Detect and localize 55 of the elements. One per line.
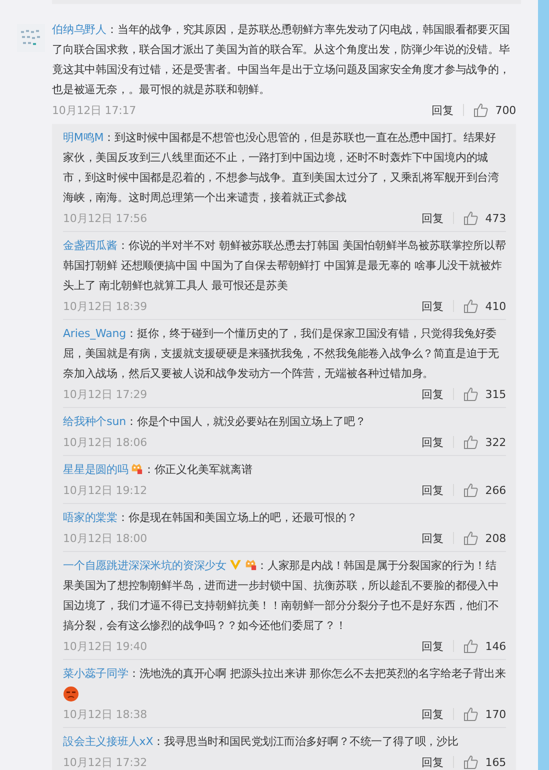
reply-text: 菜小蕊子同学：洗地洗的真开心啊 把源头拉出来讲 那你怎么不去把英烈的名字给老子背出来 <box>63 664 506 704</box>
reply-text: 星星是圆的吗 ：你正义化美军就离谱 <box>63 461 254 478</box>
like-icon[interactable] <box>463 638 480 654</box>
reply-button[interactable]: 回复 <box>421 530 444 546</box>
like-icon[interactable] <box>463 434 480 450</box>
timestamp: 10月12日 19:40 <box>63 638 147 654</box>
timestamp: 10月12日 18:38 <box>63 706 147 722</box>
reply-button[interactable]: 回复 <box>421 706 444 722</box>
reply-button[interactable]: 回复 <box>421 638 444 654</box>
timestamp: 10月12日 18:06 <box>63 434 147 450</box>
like-icon[interactable] <box>463 706 480 722</box>
verified-badge-icon <box>228 558 242 571</box>
like-count: 208 <box>485 532 506 544</box>
member-badge-icon <box>130 462 144 475</box>
reply-text: 明M鸣M：到这时候中国都是不想管也没心思管的，但是苏联也一直在怂恿中国打。结果好家伙，美国反攻到三八线里面还不止，一路打到中国边境，还时不时轰炸下中国境内的城市，到这时候中国都是忍着的，不想参与战争。直到美国太过分了，又乘乱将军舰开到台湾海峡，南海。这时周总理第一个出来谴责，接着就正式参战 <box>63 130 500 206</box>
like-count: 410 <box>485 300 506 312</box>
reply-button[interactable]: 回复 <box>421 482 444 498</box>
scrollbar[interactable] <box>538 0 549 770</box>
like-count: 473 <box>485 212 506 224</box>
like-count: 266 <box>485 484 506 496</box>
reply-text: 一个自愿跳进深深米坑的资深少女 ：人家那是内战！韩国是属于分裂国家的行为！结果美国为了想控制朝鲜半岛，进而进一步封锁中国、抗衡苏联，所以趁乱不要脸的都侵入中国边境了，我们才逼不得已支持朝鲜抗美！！南朝鲜一部分分裂分子也不是好东西，他们不搞分裂，会有这么惨烈的战争吗？？如今还他们委屈了？！ <box>63 557 500 634</box>
like-icon[interactable] <box>463 482 480 498</box>
reply-text: 唔家的棠棠：你是现在韩国和美国立场上的吧，还最可恨的？ <box>63 510 358 526</box>
like-icon[interactable] <box>463 530 480 546</box>
like-icon[interactable] <box>463 298 480 314</box>
reply-button[interactable]: 回复 <box>421 754 444 770</box>
like-count: 165 <box>485 756 506 768</box>
reply-button[interactable]: 回复 <box>421 434 444 450</box>
reply-text: 给我种个sun：你是个中国人，就没必要站在别国立场上了吧？ <box>63 414 367 430</box>
timestamp: 10月12日 17:56 <box>63 210 147 226</box>
reply-button[interactable]: 回复 <box>421 386 444 402</box>
like-icon[interactable] <box>463 386 480 402</box>
timestamp: 10月12日 17:29 <box>63 386 147 402</box>
like-icon[interactable] <box>463 210 480 226</box>
like-count: 146 <box>485 640 506 652</box>
like-icon[interactable] <box>473 102 490 118</box>
like-count: 315 <box>485 388 506 400</box>
member-badge-icon <box>244 558 257 571</box>
angry-face-emoticon-icon <box>63 686 79 702</box>
reply-button[interactable]: 回复 <box>421 298 444 314</box>
timestamp: 10月12日 18:39 <box>63 298 147 314</box>
timestamp: 10月12日 19:12 <box>63 482 147 498</box>
like-count: 170 <box>485 708 506 720</box>
reply-text: 金盏西瓜酱：你说的半对半不对 朝鲜被苏联怂恿去打韩国 美国怕朝鲜半岛被苏联掌控所以帮韩国打朝鲜 还想顺便搞中国 中国为了自保去帮朝鲜打 中国算是最无辜的 啥事儿没干就被炸头上了 南北朝鲜也就算工具人 最可恨还是苏美 <box>63 238 506 294</box>
reply-button[interactable]: 回复 <box>421 210 444 226</box>
reply-button[interactable]: 回复 <box>431 102 454 118</box>
timestamp: 10月12日 17:17 <box>52 102 136 118</box>
reply-text: 設会主义接班人xX：我寻思当时和国民党划江而治多好啊？不统一了得了呗，沙比 <box>63 734 460 750</box>
like-count: 322 <box>485 436 506 448</box>
timestamp: 10月12日 17:32 <box>63 754 147 770</box>
like-icon[interactable] <box>463 754 480 770</box>
comment-text: 伯纳乌野人：当年的战争，究其原因，是苏联怂恿朝鲜方率先发动了闪电战，韩国眼看都要灭国了向联合国求救，联合国才派出了美国为首的联合军。从这个角度出发，防弾少年说的没错。毕竟这其中韩国没有过错，还是受害者。中国当年是出于立场问题及国家安全角度才参与战争的，也是被逼无奈，。最可恨的就是苏联和朝鲜。 <box>52 22 511 98</box>
reply-text: Aries_Wang：挺你，终于碰到一个懂历史的了，我们是保家卫国没有错，只觉得我兔好委屈，美国就是有病，支援就支援硬硬是来骚扰我兔，不然我兔能卷入战争么？简直是迫于无奈加入战场，然后又要被人说和战争发动方一个阵营，无端被各种过错加身。 <box>63 326 500 382</box>
timestamp: 10月12日 18:00 <box>63 530 147 546</box>
like-count: 700 <box>495 104 516 116</box>
